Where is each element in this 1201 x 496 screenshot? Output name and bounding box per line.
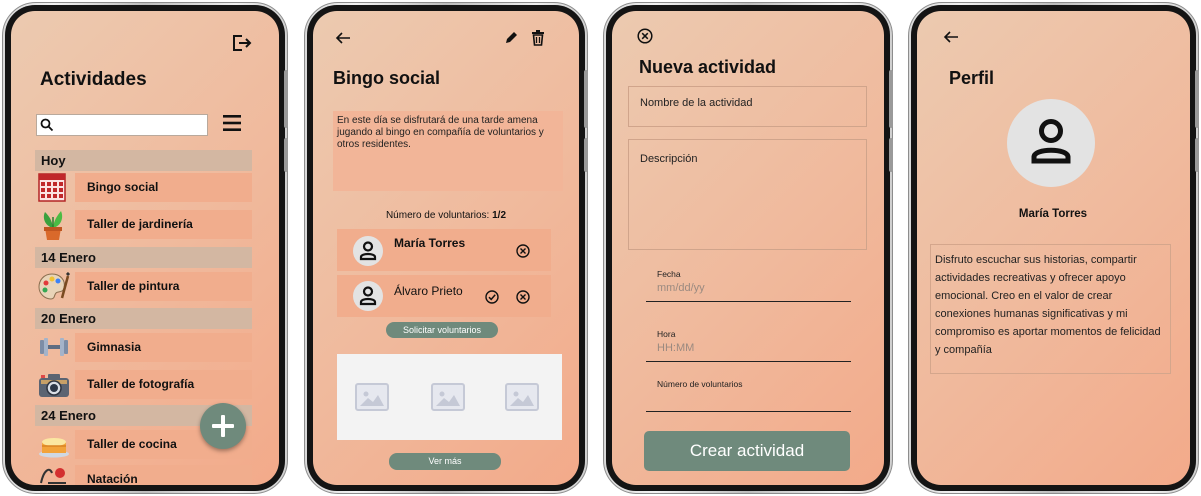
screen-activity-detail: Bingo social En este día se disfrutará d… [313,11,579,485]
side-button [1195,138,1199,172]
activity-item-fotografia[interactable]: Taller de fotografía [35,368,252,401]
hamburger-menu-icon[interactable] [222,113,242,133]
side-button [584,138,588,172]
activity-label: Taller de jardinería [87,217,193,231]
volunteer-row[interactable]: María Torres [337,229,551,271]
activity-item-pintura[interactable]: Taller de pintura [35,270,252,303]
potted-plant-icon [43,211,63,240]
phone-profile: Perfil María Torres Disfruto escuchar su… [906,0,1201,496]
create-activity-button[interactable]: Crear actividad [644,431,850,471]
phone-activity-detail: Bingo social En este día se disfrutará d… [302,0,590,496]
add-activity-button[interactable] [200,403,246,449]
field-label: Fecha [657,269,681,279]
activity-label: Gimnasia [87,340,142,354]
logout-icon[interactable] [231,34,253,52]
activity-label: Taller de fotografía [87,377,195,391]
cake-icon [39,438,69,458]
activity-item-gimnasia[interactable]: Gimnasia [35,331,252,364]
description-field[interactable]: Descripción [628,139,867,250]
back-arrow-icon[interactable] [943,30,959,44]
remove-circle-icon[interactable] [516,290,530,304]
image-placeholder-icon[interactable] [431,383,465,411]
search-icon [40,118,54,132]
screen-activities: Actividades Hoy Bingo social Taller de j… [11,11,279,485]
image-gallery [337,354,562,440]
approve-check-icon[interactable] [485,290,499,304]
phone-new-activity: Nueva actividad Nombre de la actividad D… [601,0,895,496]
person-icon [1031,119,1071,164]
camera-icon [39,374,69,397]
screen-profile: Perfil María Torres Disfruto escuchar su… [917,11,1190,485]
section-header: 14 Enero [35,247,252,268]
plus-icon [212,415,234,437]
see-more-button[interactable]: Ver más [389,453,501,470]
page-title: Perfil [949,68,995,88]
side-button [284,70,288,128]
activity-item-bingo[interactable]: Bingo social [35,171,252,204]
volunteer-row[interactable]: Álvaro Prieto [337,275,551,317]
field-placeholder: Descripción [640,153,698,165]
profile-name: María Torres [1018,208,1088,220]
page-title: Actividades [40,69,147,90]
delete-trash-icon[interactable] [531,30,545,46]
back-arrow-icon[interactable] [335,31,351,45]
avatar [1007,99,1095,187]
edit-pencil-icon[interactable] [504,31,518,45]
mountain-icon [360,391,384,406]
request-volunteers-button[interactable]: Solicitar voluntarios [386,322,498,338]
volunteers-count-label: Número de voluntarios: 1/2 [313,210,579,221]
close-circle-icon[interactable] [637,28,653,44]
person-icon [359,241,377,261]
activity-label: Taller de pintura [87,279,180,293]
image-placeholder-icon[interactable] [355,383,389,411]
avatar [353,281,383,311]
field-label: Número de voluntarios [657,379,743,389]
field-label: Hora [657,329,676,339]
activity-description: En este día se disfrutará de una tarde a… [333,111,563,191]
swimmer-icon [40,468,66,484]
side-button [584,70,588,128]
section-header: Hoy [35,150,252,171]
volunteer-name: María Torres [394,236,466,250]
side-button [889,70,893,128]
dumbbell-icon [40,338,68,356]
field-placeholder: Nombre de la actividad [640,97,753,109]
paint-palette-icon [38,272,70,300]
page-title: Nueva actividad [639,57,777,77]
volunteer-name: Álvaro Prieto [394,284,463,298]
phone-activities: Actividades Hoy Bingo social Taller de j… [0,0,290,496]
volunteers-count-text: Número de voluntarios: [385,210,493,221]
mountain-icon [510,391,534,406]
time-field[interactable]: Hora HH:MM [646,325,851,362]
remove-circle-icon[interactable] [516,244,530,258]
image-placeholder-icon[interactable] [505,383,539,411]
activity-item-jardineria[interactable]: Taller de jardinería [35,208,252,241]
field-placeholder: mm/dd/yy [657,282,705,294]
activity-name-field[interactable]: Nombre de la actividad [628,86,867,127]
side-button [1195,70,1199,128]
side-button [284,138,288,172]
volunteers-count-value: 1/2 [492,210,507,221]
search-input[interactable] [36,114,208,136]
activity-item-natacion[interactable]: Natación [35,463,252,485]
bingo-card-icon [38,173,66,202]
avatar [353,236,383,266]
field-placeholder: HH:MM [657,342,695,354]
activity-label: Natación [87,472,138,485]
activity-label: Taller de cocina [87,437,177,451]
screen-new-activity: Nueva actividad Nombre de la actividad D… [612,11,884,485]
volunteers-number-field[interactable]: Número de voluntarios [646,375,851,412]
mountain-icon [436,391,460,406]
person-icon [359,286,377,306]
activity-label: Bingo social [87,180,159,194]
date-field[interactable]: Fecha mm/dd/yy [646,265,851,302]
page-title: Bingo social [333,68,441,88]
profile-bio: Disfruto escuchar sus historias, compart… [930,244,1171,374]
section-header: 20 Enero [35,308,252,329]
side-button [889,138,893,172]
